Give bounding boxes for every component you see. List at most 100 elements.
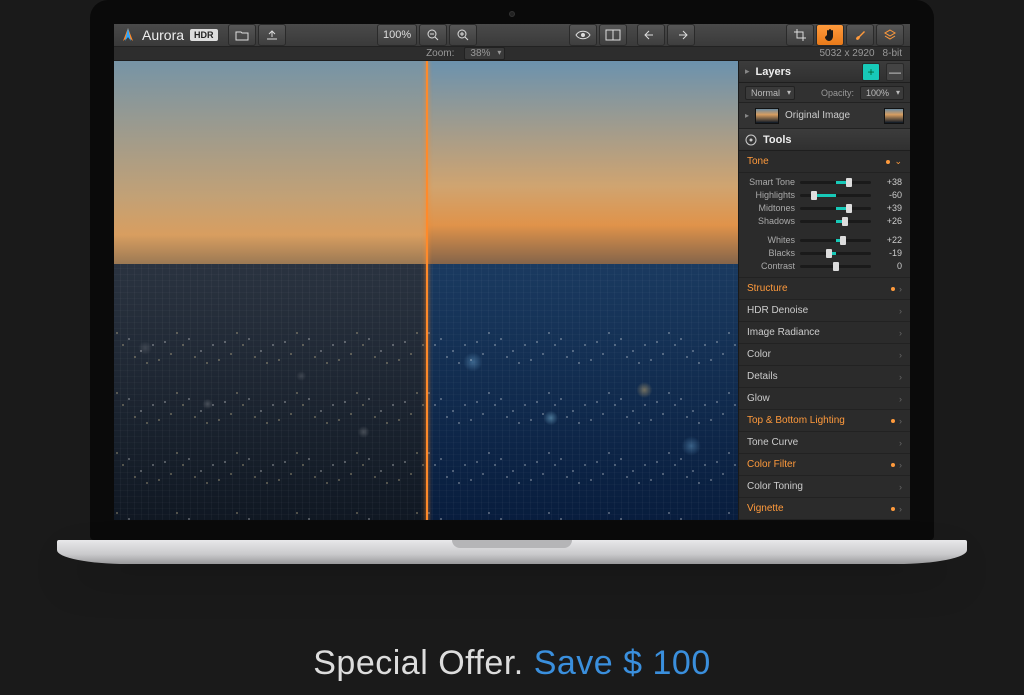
chevron-right-icon: › — [899, 460, 902, 470]
promo-offer: Special Offer. — [313, 644, 524, 682]
slider-track[interactable] — [800, 265, 871, 268]
slider-shadows[interactable]: Shadows +26 — [747, 216, 902, 226]
layers-header: ▸ Layers + — — [739, 61, 910, 83]
layers-tool-button[interactable] — [876, 24, 904, 46]
slider-highlights[interactable]: Highlights -60 — [747, 190, 902, 200]
chevron-down-icon: ⌄ — [894, 156, 902, 167]
slider-label: Shadows — [747, 216, 795, 226]
section-vignette[interactable]: Vignette › — [739, 498, 910, 520]
slider-track[interactable] — [800, 252, 871, 255]
workspace: ▸ Layers + — Normal Opacity: 100% — [114, 61, 910, 520]
export-button[interactable] — [258, 24, 286, 46]
brand: Aurora HDR — [120, 27, 218, 43]
section-label: Glow — [747, 393, 770, 404]
before-image — [114, 61, 426, 520]
brush-button[interactable] — [846, 24, 874, 46]
chevron-right-icon: › — [899, 328, 902, 338]
slider-value: +26 — [876, 216, 902, 226]
section-label: HDR Denoise — [747, 305, 808, 316]
section-details[interactable]: Details› — [739, 366, 910, 388]
open-button[interactable] — [228, 24, 256, 46]
tools-icon — [745, 134, 757, 146]
section-tone-curve[interactable]: Tone Curve › — [739, 432, 910, 454]
compare-button[interactable] — [599, 24, 627, 46]
slider-midtones[interactable]: Midtones +39 — [747, 203, 902, 213]
section-tone[interactable]: Tone ⌄ — [739, 151, 910, 173]
canvas[interactable] — [114, 61, 738, 520]
section-label: Tone — [747, 156, 769, 167]
section-hdr-denoise[interactable]: HDR Denoise › — [739, 300, 910, 322]
zoom-label: Zoom: — [426, 48, 454, 59]
slider-whites[interactable]: Whites+22 — [747, 229, 902, 245]
brand-name: Aurora — [142, 27, 184, 43]
slider-label: Highlights — [747, 190, 795, 200]
section-color[interactable]: Color› — [739, 344, 910, 366]
section-top-bottom-lighting[interactable]: Top & Bottom Lighting› — [739, 410, 910, 432]
chevron-right-icon: › — [899, 416, 902, 426]
promo-text: Special Offer. Save $ 100 — [0, 644, 1024, 683]
section-glow[interactable]: Glow› — [739, 388, 910, 410]
slider-value: -60 — [876, 190, 902, 200]
dot-icon — [886, 160, 890, 164]
hand-tool-button[interactable] — [816, 24, 844, 46]
chevron-right-icon: › — [899, 504, 902, 514]
slider-smart-tone[interactable]: Smart Tone+38 — [747, 177, 902, 187]
undo-button[interactable] — [637, 24, 665, 46]
zoom-100-button[interactable]: 100% — [377, 24, 417, 46]
crop-button[interactable] — [786, 24, 814, 46]
section-label: Vignette — [747, 503, 784, 514]
section-color-toning[interactable]: Color Toning› — [739, 476, 910, 498]
layer-row-original[interactable]: ▸ Original Image — [739, 103, 910, 129]
chevron-icon: ▸ — [745, 111, 749, 120]
dot-icon — [891, 419, 895, 423]
slider-track[interactable] — [800, 181, 871, 184]
section-structure[interactable]: Structure› — [739, 278, 910, 300]
section-image-radiance[interactable]: Image Radiance › — [739, 322, 910, 344]
zoom-in-button[interactable] — [449, 24, 477, 46]
layer-mask-thumb — [884, 108, 904, 124]
compare-divider[interactable] — [426, 61, 428, 520]
section-color-filter[interactable]: Color Filter › — [739, 454, 910, 476]
after-image — [426, 61, 738, 520]
redo-button[interactable] — [667, 24, 695, 46]
laptop-mockup: Aurora HDR 100% — [90, 0, 934, 570]
slider-value: +38 — [876, 177, 902, 187]
dot-icon — [891, 507, 895, 511]
dot-icon — [891, 287, 895, 291]
slider-value: 0 — [876, 261, 902, 271]
chevron-right-icon: › — [899, 284, 902, 294]
add-layer-button[interactable]: + — [862, 63, 880, 81]
slider-blacks[interactable]: Blacks-19 — [747, 248, 902, 258]
slider-track[interactable] — [800, 194, 871, 197]
slider-value: +39 — [876, 203, 902, 213]
zoom-value: 38% — [470, 48, 490, 59]
section-label: Color — [747, 349, 771, 360]
tools-header: Tools — [739, 129, 910, 151]
chevron-right-icon: › — [899, 306, 902, 316]
screen-bezel: Aurora HDR 100% — [90, 0, 934, 540]
slider-value: -19 — [876, 248, 902, 258]
section-label: Tone Curve — [747, 437, 798, 448]
section-label: Color Filter — [747, 459, 796, 470]
opacity-select[interactable]: 100% — [860, 86, 904, 100]
slider-track[interactable] — [800, 239, 871, 242]
slider-contrast[interactable]: Contrast0 — [747, 261, 902, 271]
image-dimensions: 5032 x 2920 — [819, 48, 874, 59]
chevron-down-icon[interactable]: ▸ — [745, 66, 750, 77]
blend-mode-select[interactable]: Normal — [745, 86, 795, 100]
laptop-base — [57, 540, 967, 564]
slider-track[interactable] — [800, 207, 871, 210]
app-logo-icon — [120, 27, 136, 43]
chevron-right-icon: › — [899, 438, 902, 448]
slider-label: Midtones — [747, 203, 795, 213]
zoom-select[interactable]: 38% ▾ — [464, 47, 505, 60]
layers-title: Layers — [756, 66, 791, 78]
section-label: Image Radiance — [747, 327, 820, 338]
slider-track[interactable] — [800, 220, 871, 223]
zoom-out-button[interactable] — [419, 24, 447, 46]
slider-label: Whites — [747, 235, 795, 245]
section-label: Color Toning — [747, 481, 803, 492]
tone-sliders: Smart Tone+38 Highlights -60 Midtones +39 Sha… — [739, 173, 910, 278]
preview-eye-button[interactable] — [569, 24, 597, 46]
layer-menu-button[interactable]: — — [886, 63, 904, 81]
